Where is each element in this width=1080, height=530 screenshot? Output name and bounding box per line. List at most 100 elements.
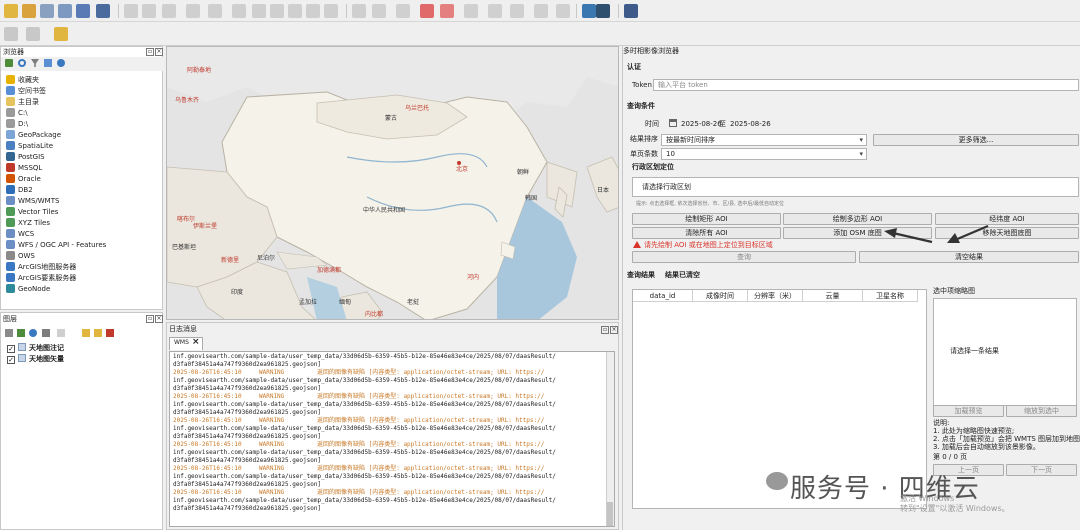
table-icon[interactable]	[76, 4, 90, 18]
browser-item[interactable]: 空间书签	[6, 86, 46, 97]
move-label-icon[interactable]	[464, 4, 478, 18]
collapse-all-icon[interactable]	[44, 59, 52, 67]
draw-rect-aoi-button[interactable]: 绘制矩形 AOI	[632, 213, 781, 225]
close-tab-icon[interactable]: ×	[192, 337, 200, 347]
add-group-icon[interactable]	[17, 329, 25, 337]
date-to[interactable]: 2025-08-26	[730, 119, 771, 129]
admin-region-select[interactable]: 请选择行政区划	[632, 177, 1079, 197]
log-messages[interactable]: inf.geovisearth.com/sample-data/user_tem…	[169, 351, 615, 527]
pencil-icon[interactable]	[142, 4, 156, 18]
browser-item[interactable]: SpatiaLite	[6, 141, 53, 152]
add-feature-icon[interactable]	[186, 4, 200, 18]
date-from[interactable]: 2025-08-26	[681, 119, 722, 129]
next-page-button[interactable]: 下一页	[1006, 464, 1077, 476]
python-icon[interactable]	[582, 4, 596, 18]
clear-results-button[interactable]: 清空结果	[859, 251, 1079, 263]
visibility-icon[interactable]	[29, 329, 37, 337]
browser-item[interactable]: GeoPackage	[6, 130, 61, 141]
column-header[interactable]: 分辨率（米）	[748, 290, 803, 302]
column-header[interactable]: data_id	[633, 290, 693, 302]
layer-item[interactable]: ✓ 天地图注记	[7, 343, 64, 354]
latlon-aoi-button[interactable]: 经纬度 AOI	[935, 213, 1079, 225]
column-header[interactable]: 卫星名称	[863, 290, 918, 302]
filter-icon[interactable]	[42, 329, 50, 337]
collapse-all-icon[interactable]	[94, 329, 102, 337]
browser-item[interactable]: OWS	[6, 251, 35, 262]
browser-item[interactable]: DB2	[6, 185, 33, 196]
pin-label-icon[interactable]	[396, 4, 410, 18]
column-header[interactable]: 云量	[803, 290, 863, 302]
vertex-tool-icon[interactable]	[208, 4, 222, 18]
browser-item[interactable]: WFS / OGC API - Features	[6, 240, 106, 251]
plugin-avatar-icon[interactable]	[596, 4, 610, 18]
label-properties-icon[interactable]	[556, 4, 570, 18]
new-project-icon[interactable]	[4, 4, 18, 18]
filter-expression-icon[interactable]	[57, 329, 65, 337]
redo-icon[interactable]	[324, 4, 338, 18]
browser-item[interactable]: MSSQL	[6, 163, 42, 174]
help-icon[interactable]	[624, 4, 638, 18]
label-toolbar-icon[interactable]	[372, 4, 386, 18]
label-red-icon[interactable]	[440, 4, 454, 18]
browser-item[interactable]: 收藏夹	[6, 75, 39, 86]
float-panel-icon[interactable]: ▫	[146, 315, 154, 323]
more-filters-button[interactable]: 更多筛选...	[873, 134, 1079, 146]
load-preview-button[interactable]: 加载预览	[933, 405, 1004, 417]
style-icon[interactable]	[5, 329, 13, 337]
clear-aoi-button[interactable]: 清除所有 AOI	[632, 227, 781, 239]
browser-item[interactable]: ArcGIS要素服务器	[6, 273, 76, 284]
log-tab-wms[interactable]: WMS ×	[169, 337, 203, 350]
browser-item[interactable]: WCS	[6, 229, 34, 240]
open-project-icon[interactable]	[22, 4, 36, 18]
float-panel-icon[interactable]: ▫	[146, 48, 154, 56]
info-icon[interactable]	[57, 59, 65, 67]
calendar-icon[interactable]	[669, 119, 677, 127]
browser-item[interactable]: D:\	[6, 119, 28, 130]
layer-checkbox[interactable]: ✓	[7, 345, 15, 353]
calculator-icon[interactable]	[96, 4, 110, 18]
token-input[interactable]: 输入平台 token	[653, 79, 1079, 91]
column-header[interactable]: 成像时间	[693, 290, 748, 302]
layer-checkbox[interactable]: ✓	[7, 356, 15, 364]
browser-item[interactable]: WMS/WMTS	[6, 196, 59, 207]
zoom-selected-button[interactable]: 缩放到选中	[1006, 405, 1077, 417]
draw-polygon-aoi-button[interactable]: 绘制多边形 AOI	[783, 213, 932, 225]
close-panel-icon[interactable]: ×	[610, 326, 618, 334]
browser-item[interactable]: ArcGIS地图服务器	[6, 262, 76, 273]
undo-icon[interactable]	[306, 4, 320, 18]
change-label-icon[interactable]	[510, 4, 524, 18]
map-canvas[interactable]: 阿勒泰地 乌鲁木齐 乌兰巴托 蒙古 北京 中华人民共和国 朝鲜 韩国 日本 印度 尼泊尔 缅甸 巴基斯坦…	[166, 46, 619, 320]
digitize-icon[interactable]	[40, 4, 54, 18]
cut-icon[interactable]	[252, 4, 266, 18]
add-osm-button[interactable]: 添加 OSM 底图	[783, 227, 932, 239]
browser-item[interactable]: Oracle	[6, 174, 41, 185]
layer-item[interactable]: ✓ 天地图矢量	[7, 354, 64, 365]
label-highlight-icon[interactable]	[420, 4, 434, 18]
expand-all-icon[interactable]	[82, 329, 90, 337]
label-icon[interactable]	[352, 4, 366, 18]
remove-tdt-button[interactable]: 移除天地图底图	[935, 227, 1079, 239]
close-panel-icon[interactable]: ×	[155, 315, 163, 323]
browser-item[interactable]: GeoNode	[6, 284, 50, 295]
browser-item[interactable]: XYZ Tiles	[6, 218, 50, 229]
save-edits-icon[interactable]	[162, 4, 176, 18]
delete-icon[interactable]	[232, 4, 246, 18]
browser-item[interactable]: 主目录	[6, 97, 39, 108]
refresh-icon[interactable]	[18, 59, 26, 67]
remove-layer-icon[interactable]	[106, 329, 114, 337]
browser-item[interactable]: PostGIS	[6, 152, 45, 163]
show-hide-label-icon[interactable]	[534, 4, 548, 18]
query-button[interactable]: 查询	[632, 251, 856, 263]
layout-icon[interactable]	[4, 27, 18, 41]
filter-icon[interactable]	[31, 59, 39, 67]
paste-icon[interactable]	[288, 4, 302, 18]
copy-icon[interactable]	[270, 4, 284, 18]
browser-item[interactable]: C:\	[6, 108, 28, 119]
rotate-label-icon[interactable]	[488, 4, 502, 18]
edit-pencil-icon[interactable]	[58, 4, 72, 18]
log-scrollbar[interactable]	[606, 352, 614, 526]
pen-icon[interactable]	[124, 4, 138, 18]
add-layer-icon[interactable]	[5, 59, 13, 67]
close-panel-icon[interactable]: ×	[155, 48, 163, 56]
selection-dropdown-icon[interactable]	[54, 27, 68, 41]
